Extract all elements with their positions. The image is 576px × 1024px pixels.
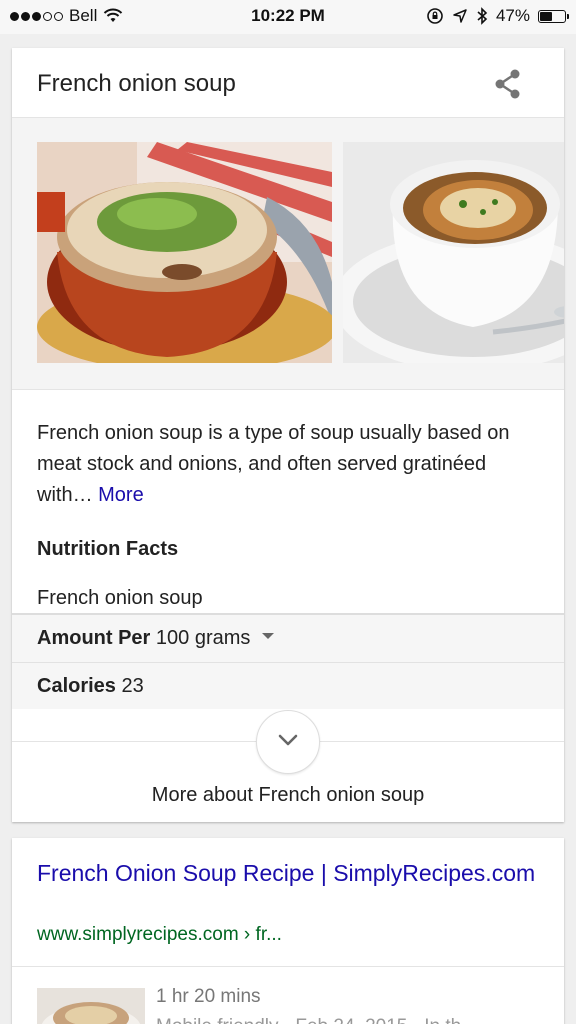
bluetooth-icon — [477, 7, 488, 25]
card-title: French onion soup — [37, 70, 236, 97]
description: French onion soup is a type of soup usua… — [37, 418, 537, 511]
dropdown-caret-icon[interactable] — [262, 632, 275, 639]
result-title-link[interactable]: French Onion Soup Recipe | SimplyRecipes… — [37, 858, 537, 889]
image-carousel[interactable] — [12, 118, 564, 390]
calories-value: 23 — [121, 675, 144, 697]
battery-percent: 47% — [495, 6, 530, 25]
status-right: 47% — [426, 6, 569, 26]
soup-image-1[interactable] — [37, 142, 332, 363]
search-result-card: French Onion Soup Recipe | SimplyRecipes… — [12, 838, 564, 1024]
expand-button[interactable] — [256, 710, 320, 774]
battery-icon — [538, 9, 569, 23]
result-url[interactable]: www.simplyrecipes.com › fr... — [37, 924, 282, 946]
nutrition-table: Amount Per 100 grams Calories 23 — [12, 613, 564, 709]
amount-per-label: Amount Per — [37, 627, 151, 649]
location-icon — [453, 9, 467, 23]
amount-per-row: Amount Per 100 grams — [12, 615, 564, 663]
more-link[interactable]: More — [98, 484, 144, 506]
chevron-down-icon — [278, 734, 298, 746]
knowledge-card: French onion soup French onion soup is a… — [12, 48, 564, 822]
share-icon[interactable] — [492, 68, 524, 100]
result-meta: Mobile friendly · Feb 24, 2015 · In th — [156, 1016, 461, 1024]
calories-label: Calories — [37, 675, 116, 697]
cook-time: 1 hr 20 mins — [156, 986, 261, 1007]
rotation-lock-icon — [427, 8, 443, 24]
calories-row: Calories 23 — [12, 663, 564, 711]
card-header: French onion soup — [12, 48, 564, 118]
divider — [12, 966, 564, 967]
status-bar: Bell 10:22 PM 47% — [0, 0, 576, 34]
more-about-link[interactable]: More about French onion soup — [12, 784, 564, 807]
soup-image-2[interactable] — [343, 142, 564, 363]
nutrition-heading: Nutrition Facts — [37, 538, 179, 560]
serving-size-value: 100 grams — [155, 627, 251, 649]
serving-size-select[interactable]: 100 grams — [156, 627, 275, 649]
nutrition-food-name: French onion soup — [37, 587, 203, 609]
result-thumbnail[interactable] — [37, 988, 145, 1024]
